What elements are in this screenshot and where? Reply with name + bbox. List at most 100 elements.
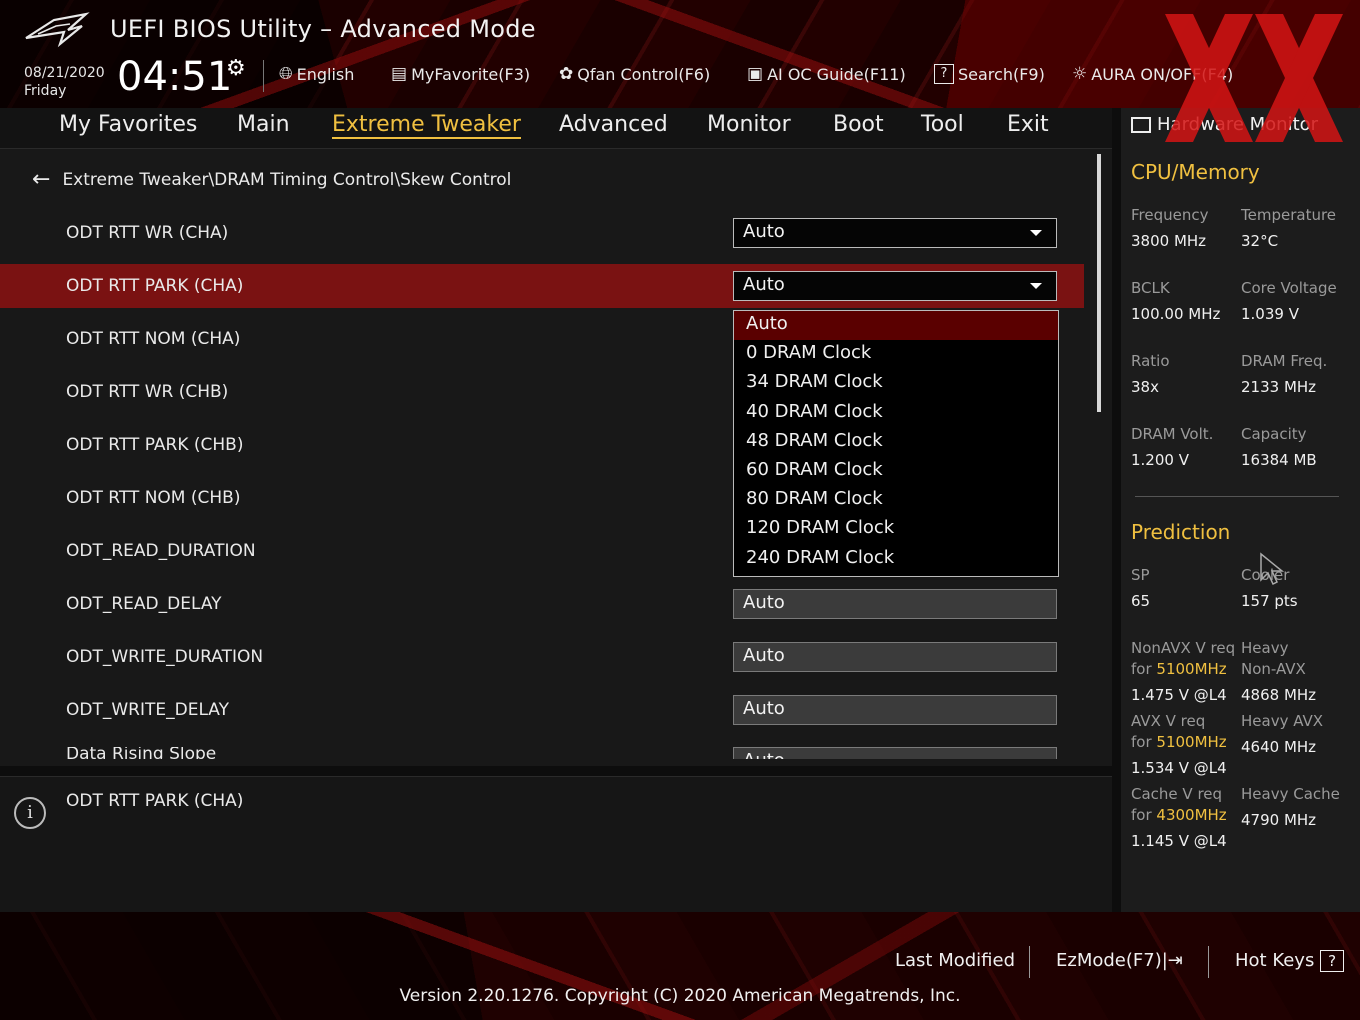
dropdown-option[interactable]: 34 DRAM Clock	[734, 369, 1058, 398]
core-voltage-value: 1.039 V	[1241, 305, 1299, 323]
myfavorite-button[interactable]: ▤ MyFavorite(F3)	[391, 64, 530, 84]
setting-label: ODT RTT PARK (CHB)	[66, 435, 244, 455]
ai-oc-guide-button[interactable]: ▣ AI OC Guide(F11)	[747, 64, 906, 84]
setting-label: ODT_READ_DURATION	[66, 541, 256, 561]
tab-extreme-tweaker[interactable]: Extreme Tweaker	[332, 112, 521, 139]
breadcrumb-path: Extreme Tweaker\DRAM Timing Control\Skew…	[62, 169, 512, 190]
date-display: 08/21/2020 Friday	[24, 64, 105, 100]
date-text: 08/21/2020	[24, 65, 105, 81]
sp-value: 65	[1131, 592, 1151, 610]
setting-row[interactable]: ODT RTT WR (CHA) Auto	[0, 211, 1084, 255]
setting-row[interactable]: ODT_WRITE_DURATION Auto	[0, 635, 1084, 679]
tab-exit[interactable]: Exit	[1007, 112, 1049, 137]
exit-arrow-icon: ⇥	[1167, 950, 1183, 971]
language-label: English	[296, 64, 355, 84]
dropdown-option[interactable]: Auto	[734, 311, 1058, 341]
aura-icon: ☼	[1072, 64, 1088, 84]
setting-text-field[interactable]: Auto	[733, 642, 1057, 672]
heavy-avx-label: Heavy AVX	[1241, 712, 1324, 730]
dropdown-option[interactable]: 80 DRAM Clock	[734, 486, 1058, 515]
temperature-value: 32°C	[1241, 232, 1279, 250]
tab-advanced[interactable]: Advanced	[559, 112, 668, 137]
heavy-nonavx-label-1: Heavy	[1241, 639, 1289, 657]
search-icon: ?	[934, 64, 954, 84]
chevron-down-icon	[1030, 230, 1042, 236]
nonavx-value: 1.475 V @L4	[1131, 686, 1227, 704]
cooler-value: 157 pts	[1241, 592, 1298, 610]
qfan-control-button[interactable]: ✿ Qfan Control(F6)	[559, 64, 710, 84]
scrollbar[interactable]	[1097, 154, 1101, 412]
clock-display: 04:51	[117, 54, 233, 100]
dropdown-option[interactable]: 60 DRAM Clock	[734, 457, 1058, 486]
dropdown-option[interactable]: 240 DRAM Clock	[734, 545, 1058, 574]
dropdown-option[interactable]: 0 DRAM Clock	[734, 340, 1058, 369]
setting-row[interactable]: ODT_WRITE_DELAY Auto	[0, 688, 1084, 732]
heavy-cache-value: 4790 MHz	[1241, 811, 1317, 829]
tab-boot[interactable]: Boot	[833, 112, 884, 137]
setting-row[interactable]: ODT_READ_DELAY Auto	[0, 582, 1084, 626]
panel-edge	[0, 759, 1112, 766]
myfavorite-label: MyFavorite(F3)	[411, 64, 531, 84]
ezmode-button[interactable]: EzMode(F7)|⇥	[1056, 950, 1183, 971]
heavy-avx-value: 4640 MHz	[1241, 738, 1317, 756]
breadcrumb: ← Extreme Tweaker\DRAM Timing Control\Sk…	[32, 167, 511, 192]
dropdown-option[interactable]: 48 DRAM Clock	[734, 428, 1058, 457]
day-text: Friday	[24, 83, 67, 99]
avx-for-line: for 5100MHz	[1131, 733, 1227, 751]
setting-label: ODT RTT WR (CHB)	[66, 382, 229, 402]
dram-freq-label: DRAM Freq.	[1241, 352, 1328, 370]
frequency-label: Frequency	[1131, 206, 1209, 224]
avx-label: AVX V req	[1131, 712, 1206, 730]
language-button[interactable]: 🌐︎ English	[279, 64, 354, 84]
hotkeys-label: Hot Keys	[1235, 950, 1315, 971]
back-arrow-icon[interactable]: ←	[32, 167, 50, 192]
rog-logo-icon	[25, 12, 90, 48]
setting-value: Auto	[743, 698, 785, 719]
info-icon: i	[14, 797, 46, 829]
ai-oc-label: AI OC Guide(F11)	[767, 64, 906, 84]
help-text: ODT RTT PARK (CHA)	[66, 791, 244, 811]
setting-label: ODT RTT NOM (CHB)	[66, 488, 241, 508]
setting-dropdown-open[interactable]: Auto	[733, 271, 1057, 301]
capacity-value: 16384 MB	[1241, 451, 1317, 469]
globe-icon: 🌐︎	[279, 64, 293, 84]
tab-my-favorites[interactable]: My Favorites	[59, 112, 197, 137]
dropdown-option[interactable]: 120 DRAM Clock	[734, 515, 1058, 544]
setting-dropdown[interactable]: Auto	[733, 218, 1057, 248]
setting-value: Auto	[743, 221, 785, 242]
dropdown-options-list[interactable]: Auto 0 DRAM Clock 34 DRAM Clock 40 DRAM …	[733, 310, 1059, 577]
tab-monitor[interactable]: Monitor	[707, 112, 791, 137]
setting-value: Auto	[743, 645, 785, 666]
core-voltage-label: Core Voltage	[1241, 279, 1337, 297]
tab-tool[interactable]: Tool	[921, 112, 964, 137]
setting-text-field[interactable]: Auto	[733, 695, 1057, 725]
favorite-icon: ▤	[391, 64, 408, 84]
divider	[263, 60, 264, 92]
for-text: for	[1131, 733, 1152, 751]
fan-icon: ✿	[559, 64, 574, 84]
ratio-value: 38x	[1131, 378, 1159, 396]
hotkeys-button[interactable]: Hot Keys ?	[1235, 950, 1345, 972]
dropdown-option[interactable]: 40 DRAM Clock	[734, 399, 1058, 428]
setting-label: ODT_WRITE_DELAY	[66, 700, 230, 720]
footer-bar: Last Modified EzMode(F7)|⇥ Hot Keys ? Ve…	[0, 912, 1360, 1020]
setting-text-field[interactable]: Auto	[733, 589, 1057, 619]
heavy-nonavx-label-2: Non-AVX	[1241, 660, 1306, 678]
header-bar: UEFI BIOS Utility – Advanced Mode 08/21/…	[0, 0, 1360, 108]
divider	[1135, 496, 1339, 497]
sp-label: SP	[1131, 566, 1150, 584]
gear-icon[interactable]: ⚙	[226, 56, 246, 81]
last-modified-button[interactable]: Last Modified	[895, 950, 1015, 971]
setting-value: Auto	[743, 274, 785, 295]
main-tabs: My Favorites Main Extreme Tweaker Advanc…	[0, 108, 1112, 149]
prediction-heading: Prediction	[1131, 520, 1231, 544]
dram-freq-value: 2133 MHz	[1241, 378, 1317, 396]
setting-label: ODT_WRITE_DURATION	[66, 647, 264, 667]
search-button[interactable]: ? Search(F9)	[934, 64, 1045, 84]
setting-label: ODT RTT PARK (CHA)	[66, 276, 244, 296]
tab-main[interactable]: Main	[237, 112, 290, 137]
setting-row-selected[interactable]: ODT RTT PARK (CHA) Auto	[0, 264, 1084, 308]
ezmode-label: EzMode(F7)|	[1056, 950, 1168, 971]
divider	[1029, 946, 1030, 978]
cpu-memory-heading: CPU/Memory	[1131, 160, 1260, 184]
